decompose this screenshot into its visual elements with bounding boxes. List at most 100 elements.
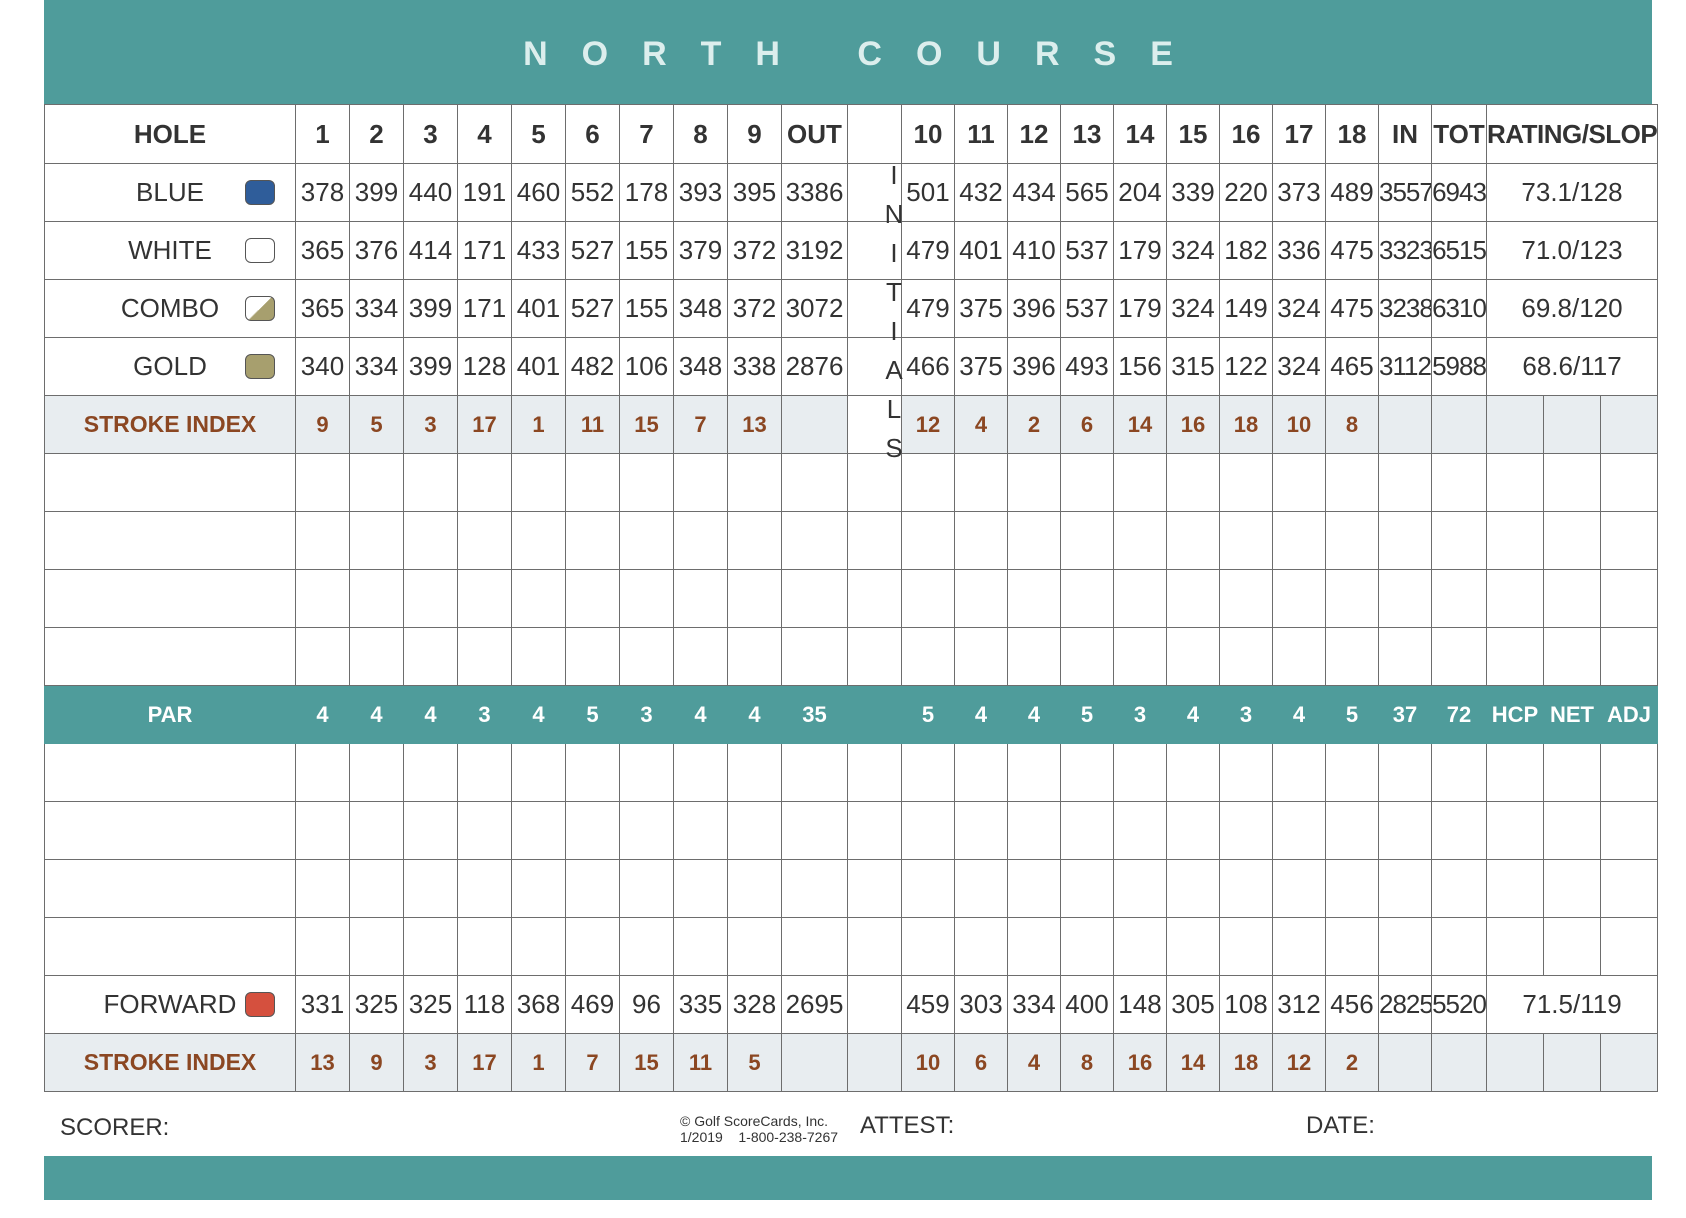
score-cell[interactable] — [1166, 743, 1220, 802]
score-cell[interactable] — [727, 627, 782, 686]
score-cell[interactable] — [1113, 859, 1167, 918]
score-cell[interactable] — [295, 627, 350, 686]
score-cell[interactable] — [781, 627, 848, 686]
score-cell[interactable] — [619, 917, 674, 976]
score-cell[interactable] — [619, 627, 674, 686]
score-cell[interactable] — [619, 859, 674, 918]
score-cell[interactable] — [673, 743, 728, 802]
score-cell[interactable] — [349, 627, 404, 686]
score-cell[interactable] — [565, 801, 620, 860]
score-cell[interactable] — [1060, 917, 1114, 976]
score-cell[interactable] — [1325, 627, 1379, 686]
score-cell[interactable] — [1113, 511, 1167, 570]
score-cell[interactable] — [727, 569, 782, 628]
score-cell[interactable] — [954, 627, 1008, 686]
score-cell[interactable] — [1325, 453, 1379, 512]
score-cell[interactable] — [1325, 917, 1379, 976]
score-cell[interactable] — [1543, 743, 1601, 802]
score-cell[interactable] — [1219, 801, 1273, 860]
player-name-cell[interactable] — [44, 917, 296, 976]
score-cell[interactable] — [1113, 627, 1167, 686]
score-cell[interactable] — [1060, 511, 1114, 570]
player-name-cell[interactable] — [44, 627, 296, 686]
score-cell[interactable] — [457, 453, 512, 512]
score-cell[interactable] — [457, 859, 512, 918]
score-cell[interactable] — [1543, 511, 1601, 570]
score-cell[interactable] — [1219, 511, 1273, 570]
initials-cell[interactable] — [847, 569, 902, 628]
score-cell[interactable] — [1219, 569, 1273, 628]
score-cell[interactable] — [781, 917, 848, 976]
score-cell[interactable] — [1113, 453, 1167, 512]
score-cell[interactable] — [1272, 917, 1326, 976]
score-cell[interactable] — [1543, 801, 1601, 860]
score-cell[interactable] — [673, 801, 728, 860]
score-cell[interactable] — [1599, 569, 1659, 628]
score-cell[interactable] — [954, 917, 1008, 976]
score-cell[interactable] — [1486, 801, 1544, 860]
score-cell[interactable] — [511, 453, 566, 512]
score-cell[interactable] — [1599, 917, 1659, 976]
player-name-cell[interactable] — [44, 801, 296, 860]
score-cell[interactable] — [1486, 859, 1544, 918]
score-cell[interactable] — [1166, 511, 1220, 570]
score-cell[interactable] — [901, 801, 955, 860]
score-cell[interactable] — [1599, 801, 1659, 860]
score-cell[interactable] — [511, 801, 566, 860]
score-cell[interactable] — [1007, 801, 1061, 860]
score-cell[interactable] — [565, 859, 620, 918]
score-cell[interactable] — [565, 917, 620, 976]
score-cell[interactable] — [1431, 801, 1487, 860]
score-cell[interactable] — [511, 917, 566, 976]
score-cell[interactable] — [1113, 743, 1167, 802]
score-cell[interactable] — [1219, 453, 1273, 512]
score-cell[interactable] — [673, 511, 728, 570]
score-cell[interactable] — [1060, 743, 1114, 802]
score-cell[interactable] — [1166, 859, 1220, 918]
score-cell[interactable] — [1007, 511, 1061, 570]
score-cell[interactable] — [1113, 917, 1167, 976]
score-cell[interactable] — [727, 511, 782, 570]
score-cell[interactable] — [619, 743, 674, 802]
score-cell[interactable] — [901, 511, 955, 570]
score-cell[interactable] — [565, 627, 620, 686]
score-cell[interactable] — [1325, 859, 1379, 918]
score-cell[interactable] — [727, 743, 782, 802]
score-cell[interactable] — [1219, 743, 1273, 802]
score-cell[interactable] — [1486, 917, 1544, 976]
score-cell[interactable] — [1431, 453, 1487, 512]
score-cell[interactable] — [565, 569, 620, 628]
score-cell[interactable] — [1543, 859, 1601, 918]
score-cell[interactable] — [1325, 743, 1379, 802]
score-cell[interactable] — [403, 859, 458, 918]
score-cell[interactable] — [1166, 627, 1220, 686]
score-cell[interactable] — [511, 859, 566, 918]
score-cell[interactable] — [1599, 453, 1659, 512]
score-cell[interactable] — [673, 627, 728, 686]
score-cell[interactable] — [1486, 569, 1544, 628]
score-cell[interactable] — [1007, 743, 1061, 802]
score-cell[interactable] — [349, 917, 404, 976]
score-cell[interactable] — [403, 627, 458, 686]
score-cell[interactable] — [457, 569, 512, 628]
score-cell[interactable] — [781, 801, 848, 860]
score-cell[interactable] — [1007, 627, 1061, 686]
score-cell[interactable] — [295, 569, 350, 628]
score-cell[interactable] — [954, 859, 1008, 918]
score-cell[interactable] — [727, 801, 782, 860]
score-cell[interactable] — [1113, 801, 1167, 860]
score-cell[interactable] — [1272, 511, 1326, 570]
score-cell[interactable] — [619, 569, 674, 628]
initials-cell[interactable] — [847, 917, 902, 976]
score-cell[interactable] — [1325, 801, 1379, 860]
score-cell[interactable] — [403, 743, 458, 802]
score-cell[interactable] — [565, 511, 620, 570]
score-cell[interactable] — [1378, 801, 1432, 860]
score-cell[interactable] — [1272, 801, 1326, 860]
score-cell[interactable] — [1272, 453, 1326, 512]
score-cell[interactable] — [565, 453, 620, 512]
score-cell[interactable] — [1166, 569, 1220, 628]
initials-cell[interactable] — [847, 801, 902, 860]
score-cell[interactable] — [511, 627, 566, 686]
score-cell[interactable] — [1272, 859, 1326, 918]
